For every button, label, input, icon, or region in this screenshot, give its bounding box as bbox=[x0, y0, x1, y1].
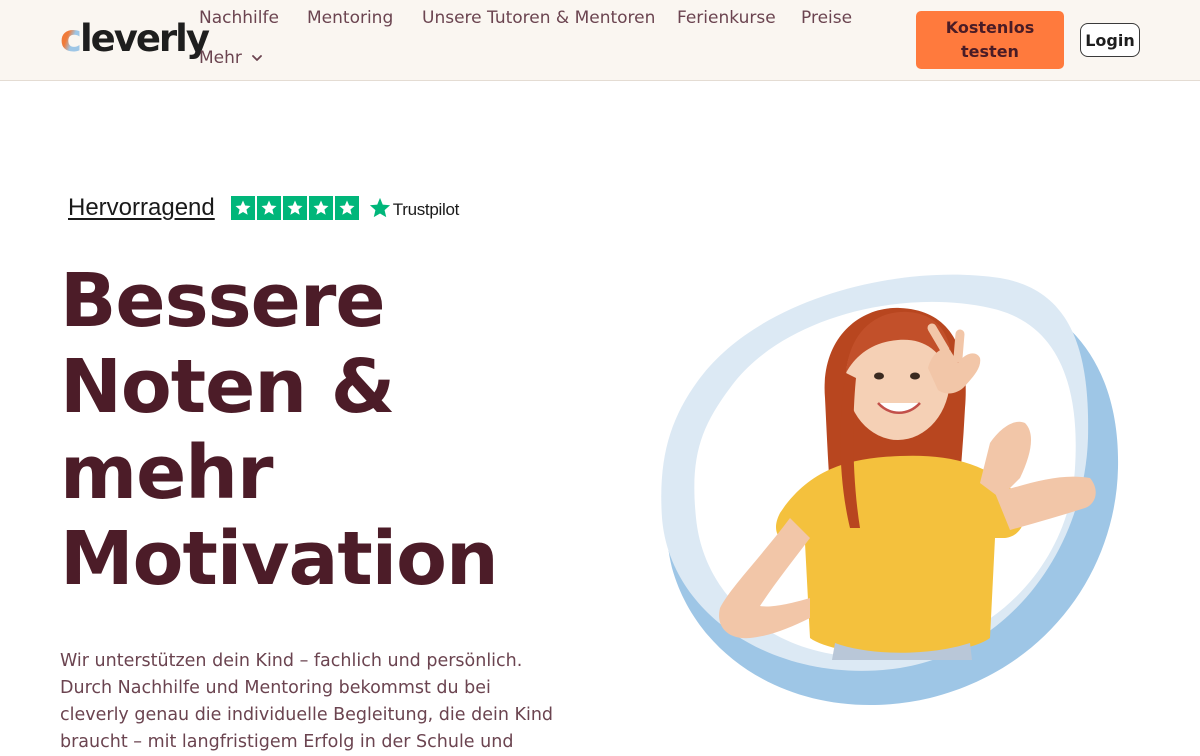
hero-headline: Bessere Noten & mehr Motivation bbox=[60, 258, 580, 602]
hero-image bbox=[661, 274, 1119, 706]
headline-line: Noten & bbox=[60, 344, 395, 430]
hero-intro-text: Wir unterstützen dein Kind – fachlich un… bbox=[60, 651, 554, 752]
nav-item-ferienkurse[interactable]: Ferienkurse bbox=[677, 8, 776, 28]
nav-item-mehr[interactable]: Mehr bbox=[199, 48, 264, 68]
star-icon bbox=[334, 196, 359, 220]
trustpilot-brand: Trustpilot bbox=[392, 200, 460, 219]
login-button[interactable]: Login bbox=[1080, 23, 1140, 57]
star-icon bbox=[308, 196, 333, 220]
trustpilot-logo[interactable]: Trustpilot bbox=[369, 196, 459, 220]
site-header: c leverly Nachhilfe Mentoring Unsere Tuto… bbox=[0, 0, 1200, 81]
headline-line: Motivation bbox=[60, 516, 499, 602]
trustpilot-rating[interactable]: Hervorragend Trustpilot bbox=[68, 193, 459, 223]
trustpilot-rating-text[interactable]: Hervorragend bbox=[68, 194, 215, 222]
trustpilot-star-icon bbox=[369, 197, 390, 218]
nav-item-nachhilfe[interactable]: Nachhilfe bbox=[199, 8, 279, 28]
nav-more-label: Mehr bbox=[199, 48, 242, 68]
nav-item-tutoren-mentoren[interactable]: Unsere Tutoren & Mentoren bbox=[422, 8, 655, 28]
star-icon bbox=[256, 196, 281, 220]
cleverly-logo[interactable]: c leverly bbox=[60, 16, 210, 60]
free-trial-button[interactable]: Kostenlos testen bbox=[916, 11, 1064, 69]
nav-item-mentoring[interactable]: Mentoring bbox=[307, 8, 393, 28]
nav-item-preise[interactable]: Preise bbox=[801, 8, 852, 28]
headline-line: mehr bbox=[60, 430, 273, 516]
chevron-down-icon bbox=[251, 55, 262, 61]
headline-line: Bessere bbox=[60, 258, 386, 344]
trustpilot-stars bbox=[230, 196, 359, 220]
star-icon bbox=[230, 196, 255, 220]
star-icon bbox=[282, 196, 307, 220]
